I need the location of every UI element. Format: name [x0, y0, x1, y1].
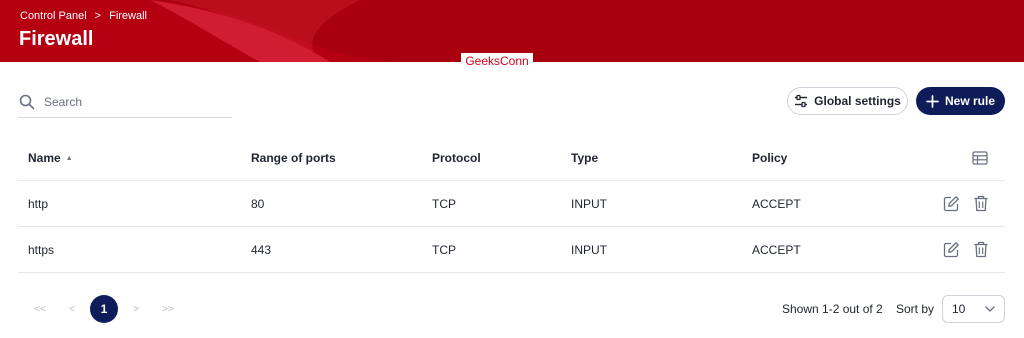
cell-policy: ACCEPT	[752, 196, 801, 211]
delete-button[interactable]	[972, 241, 990, 259]
cell-type: INPUT	[571, 196, 607, 211]
watermark-label: GeeksConn	[461, 53, 533, 70]
column-header-name-label: Name	[28, 151, 61, 165]
edit-icon	[943, 196, 959, 212]
column-header-policy: Policy	[752, 151, 788, 165]
next-page-button[interactable]: >	[120, 304, 152, 315]
last-page-button[interactable]: >>	[152, 304, 184, 315]
trash-icon	[974, 195, 988, 212]
table-row: http 80 TCP INPUT ACCEPT	[18, 181, 1005, 227]
row-actions	[942, 181, 990, 226]
search-box	[18, 87, 232, 118]
breadcrumb-item-control-panel[interactable]: Control Panel	[20, 10, 87, 22]
breadcrumb-item-firewall: Firewall	[109, 10, 147, 22]
cell-name: https	[28, 242, 55, 257]
page-title: Firewall	[19, 28, 94, 50]
trash-icon	[974, 241, 988, 258]
first-page-button[interactable]: <<	[24, 304, 56, 315]
sort-by-label: Sort by	[896, 302, 935, 316]
column-header-ports: Range of ports	[251, 151, 336, 165]
column-settings-button[interactable]	[972, 136, 988, 180]
breadcrumb-separator: >	[94, 10, 102, 22]
page-size-value: 10	[952, 302, 966, 316]
cell-name: http	[28, 196, 49, 211]
page-button-current[interactable]: 1	[90, 295, 118, 323]
cell-policy: ACCEPT	[752, 242, 801, 257]
breadcrumb: Control Panel > Firewall	[20, 10, 147, 22]
chevron-down-icon	[985, 306, 995, 312]
edit-button[interactable]	[942, 195, 960, 213]
global-settings-label: Global settings	[814, 94, 901, 108]
column-header-type: Type	[571, 151, 599, 165]
firewall-rules-table: Name ▲ Range of ports Protocol Type Poli…	[18, 136, 1005, 273]
column-header-protocol: Protocol	[432, 151, 481, 165]
table-header-row: Name ▲ Range of ports Protocol Type Poli…	[18, 136, 1005, 181]
plus-icon	[926, 94, 939, 108]
cell-ports: 80	[251, 196, 265, 211]
new-rule-label: New rule	[944, 94, 995, 108]
prev-page-button[interactable]: <	[56, 304, 88, 315]
cell-ports: 443	[251, 242, 272, 257]
edit-icon	[943, 242, 959, 258]
cell-protocol: TCP	[432, 242, 456, 257]
search-icon	[19, 94, 35, 110]
search-input[interactable]	[44, 95, 224, 109]
table-row: https 443 TCP INPUT ACCEPT	[18, 227, 1005, 273]
edit-button[interactable]	[942, 241, 960, 259]
sliders-icon	[795, 94, 808, 108]
column-header-name[interactable]: Name ▲	[28, 136, 73, 180]
page-size-select[interactable]: 10	[942, 295, 1005, 323]
sort-ascending-icon: ▲	[65, 154, 73, 162]
results-count: Shown 1-2 out of 2	[782, 302, 883, 316]
row-actions	[942, 227, 990, 272]
pagination: << < 1 > >>	[24, 295, 184, 323]
global-settings-button[interactable]: Global settings	[787, 87, 908, 115]
delete-button[interactable]	[972, 195, 990, 213]
cell-protocol: TCP	[432, 196, 456, 211]
table-columns-icon	[972, 151, 988, 165]
cell-type: INPUT	[571, 242, 607, 257]
new-rule-button[interactable]: New rule	[916, 87, 1005, 115]
